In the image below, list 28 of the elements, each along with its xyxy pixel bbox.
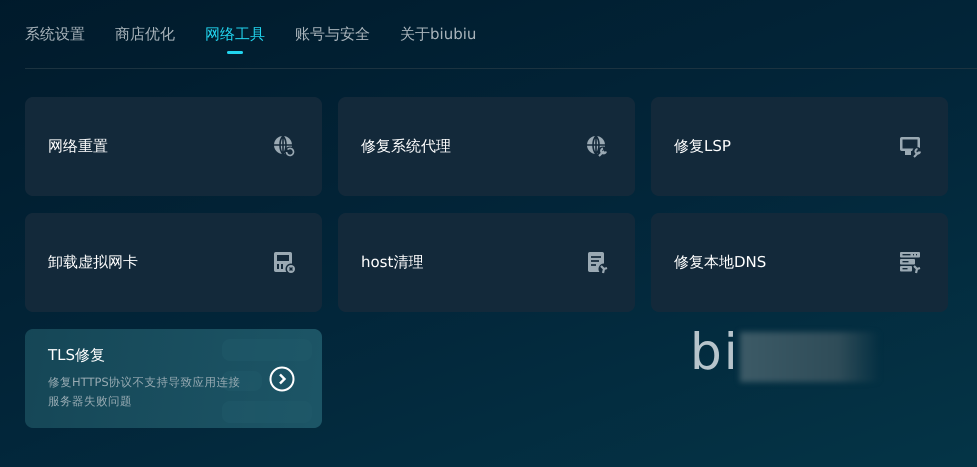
tab[interactable]: 商店优化 (115, 25, 175, 56)
tool-card[interactable]: 网络重置 (25, 97, 322, 196)
globe-icon (585, 134, 610, 159)
tool-title: 修复LSP (674, 137, 731, 156)
tab[interactable]: 账号与安全 (295, 25, 370, 56)
monitor-icon (898, 134, 923, 159)
logo-text: bi (690, 322, 740, 382)
document-icon (585, 250, 610, 275)
tool-card[interactable]: 修复LSP (651, 97, 948, 196)
tab[interactable]: 系统设置 (25, 25, 85, 56)
tool-card[interactable]: host清理 (338, 213, 635, 312)
tool-title: 网络重置 (48, 137, 108, 156)
tool-title: 修复本地DNS (674, 253, 766, 272)
chevron-circle-icon[interactable] (269, 366, 295, 392)
tool-title: 卸载虚拟网卡 (48, 253, 138, 272)
tool-card[interactable]: 修复系统代理 (338, 97, 635, 196)
tool-card[interactable]: 卸载虚拟网卡 (25, 213, 322, 312)
tool-card[interactable]: TLS修复 修复HTTPS协议不支持导致应用连接服务器失败问题 (25, 329, 322, 428)
tool-description: 修复HTTPS协议不支持导致应用连接服务器失败问题 (48, 374, 242, 410)
tool-title: 修复系统代理 (361, 137, 451, 156)
tab[interactable]: 网络工具 (205, 25, 265, 56)
tool-title: TLS修复 (48, 346, 106, 365)
globe-icon (272, 134, 297, 159)
card-icon (272, 250, 297, 275)
tab[interactable]: 关于biubiu (400, 25, 476, 56)
tool-card[interactable]: 修复本地DNS (651, 213, 948, 312)
server-icon (898, 250, 923, 275)
tool-title: host清理 (361, 253, 424, 272)
